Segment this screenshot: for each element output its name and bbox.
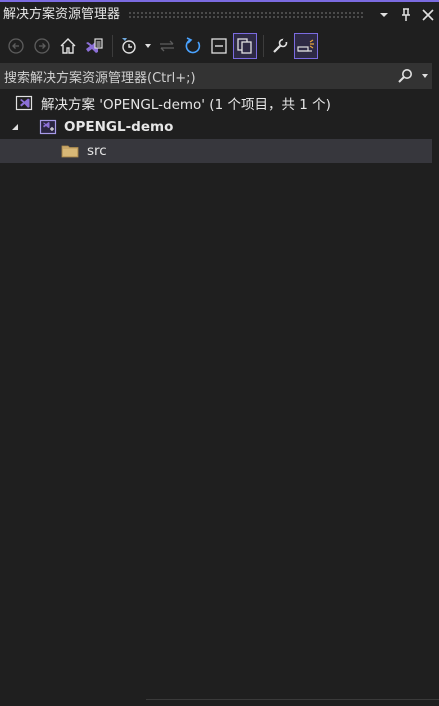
project-label: OPENGL-demo <box>64 119 174 135</box>
home-icon[interactable] <box>56 33 80 59</box>
solution-label: 解决方案 'OPENGL-demo' (1 个项目，共 1 个) <box>41 97 331 113</box>
toolbar-separator <box>112 35 113 57</box>
refresh-icon[interactable] <box>181 33 205 59</box>
sync-with-active-document-icon[interactable] <box>155 33 179 59</box>
tree-item-project[interactable]: OPENGL-demo <box>0 115 432 139</box>
properties-icon[interactable] <box>268 33 292 59</box>
search-box[interactable]: 搜索解决方案资源管理器(Ctrl+;) <box>0 63 432 89</box>
forward-icon[interactable] <box>30 33 54 59</box>
drag-grip[interactable] <box>128 11 365 18</box>
folder-label: src <box>87 143 107 159</box>
close-icon[interactable] <box>417 4 439 26</box>
panel-title: 解决方案资源管理器 <box>3 7 121 22</box>
back-icon[interactable] <box>4 33 28 59</box>
active-accent-bar <box>0 0 439 2</box>
preview-selected-items-icon[interactable] <box>294 33 318 59</box>
show-all-files-icon[interactable] <box>233 33 257 59</box>
solution-icon <box>15 94 33 112</box>
cpp-project-icon <box>39 118 57 136</box>
chevron-down-icon[interactable] <box>143 33 153 59</box>
tree-item-solution[interactable]: 解决方案 'OPENGL-demo' (1 个项目，共 1 个) <box>0 91 432 115</box>
tree-item-folder-src[interactable]: src <box>0 139 432 163</box>
panel-titlebar: 解决方案资源管理器 <box>0 0 439 29</box>
toolbar <box>0 29 439 63</box>
search-options-chevron-icon[interactable] <box>418 63 432 89</box>
pending-changes-filter-icon[interactable] <box>117 33 141 59</box>
switch-views-icon[interactable] <box>82 33 106 59</box>
dropdown-icon[interactable] <box>373 4 395 26</box>
bottom-divider <box>146 699 439 700</box>
collapse-all-icon[interactable] <box>207 33 231 59</box>
folder-icon <box>61 142 79 160</box>
toolbar-separator <box>263 35 264 57</box>
search-input[interactable]: 搜索解决方案资源管理器(Ctrl+;) <box>0 67 392 86</box>
expanded-arrow-icon[interactable] <box>9 121 21 133</box>
search-icon[interactable] <box>392 63 418 89</box>
vertical-scrollbar[interactable] <box>432 63 439 706</box>
solution-tree: 解决方案 'OPENGL-demo' (1 个项目，共 1 个) OPENGL-… <box>0 91 432 163</box>
pin-icon[interactable] <box>395 4 417 26</box>
